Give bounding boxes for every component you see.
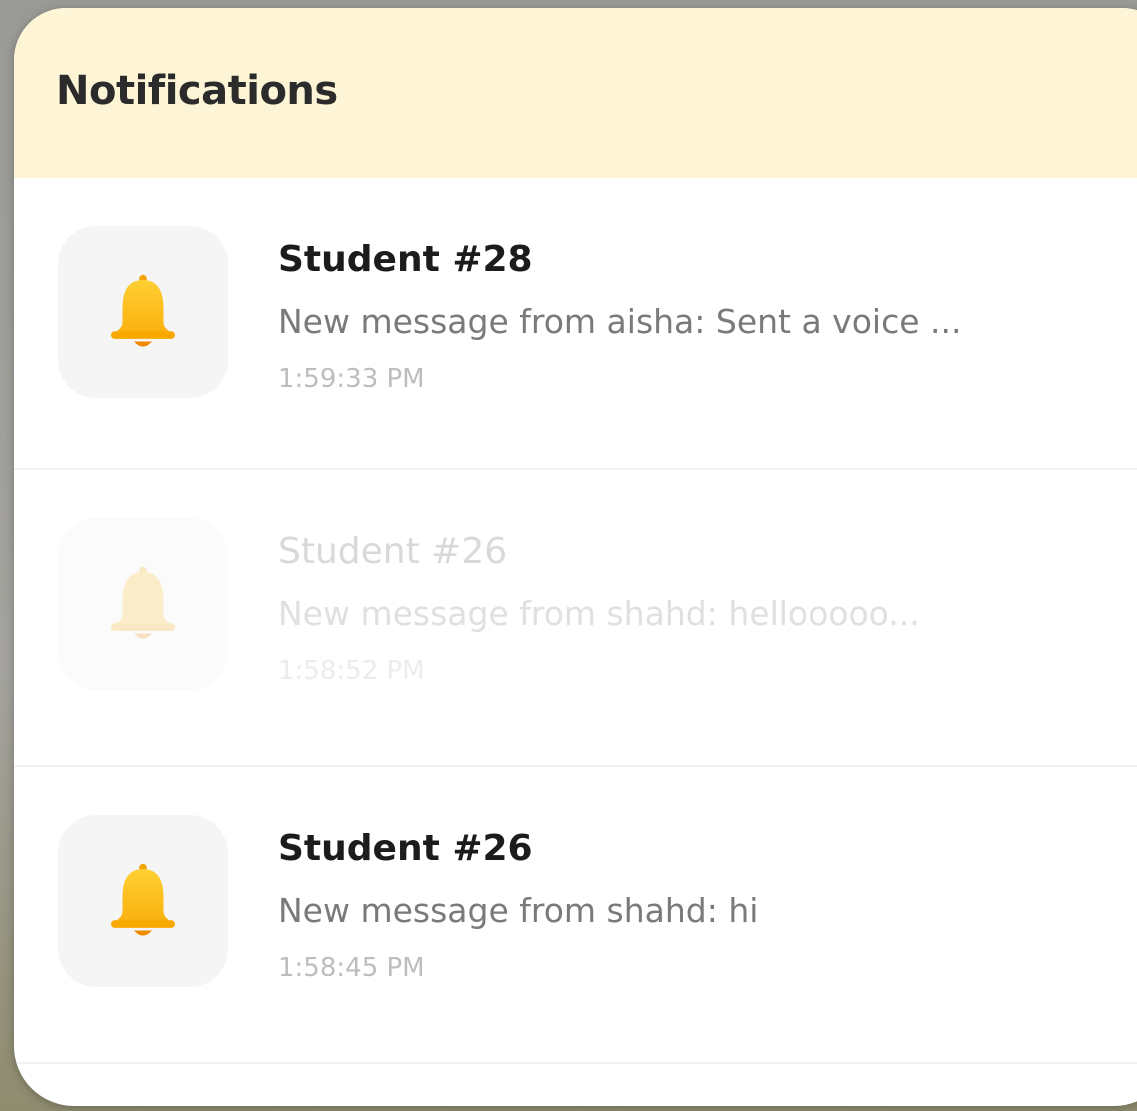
bell-icon xyxy=(110,863,176,936)
notification-icon-tile xyxy=(58,226,228,398)
notification-item[interactable]: Student #26 New message from shahd: hell… xyxy=(14,470,1137,767)
notification-message: New message from aisha: Sent a voice ... xyxy=(278,302,962,341)
panel-title: Notifications xyxy=(56,68,338,114)
notification-time: 1:59:33 PM xyxy=(278,364,425,394)
bell-icon xyxy=(110,566,176,639)
notification-title: Student #26 xyxy=(278,828,533,869)
notification-icon-tile xyxy=(58,815,228,987)
notification-time: 1:58:52 PM xyxy=(278,656,425,686)
notifications-panel: Notifications Student #28 New message fr… xyxy=(14,8,1137,1106)
notification-list: Student #28 New message from aisha: Sent… xyxy=(14,178,1137,1064)
notification-title: Student #26 xyxy=(278,531,508,572)
notification-time: 1:58:45 PM xyxy=(278,953,425,983)
bell-icon xyxy=(110,274,176,347)
panel-header: Notifications xyxy=(14,8,1137,178)
notification-item[interactable]: Student #28 New message from aisha: Sent… xyxy=(14,178,1137,470)
notification-message: New message from shahd: hellooooo... xyxy=(278,594,920,633)
notification-title: Student #28 xyxy=(278,239,533,280)
notification-icon-tile xyxy=(58,518,228,690)
notification-message: New message from shahd: hi xyxy=(278,891,759,930)
notification-item[interactable]: Student #26 New message from shahd: hi 1… xyxy=(14,767,1137,1064)
